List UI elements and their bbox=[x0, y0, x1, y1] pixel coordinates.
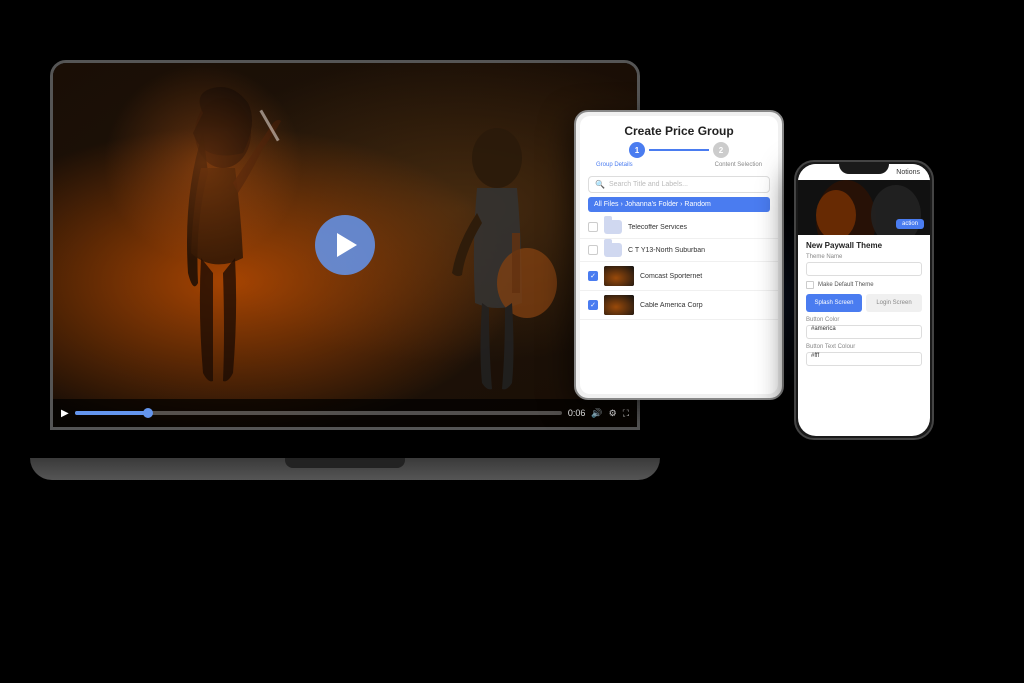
phone-action-button[interactable]: action bbox=[896, 219, 924, 229]
theme-name-input[interactable] bbox=[806, 262, 922, 276]
video-controls-bar: ▶ 0:06 🔊 ⚙ ⛶ bbox=[53, 399, 637, 427]
folder-icon bbox=[604, 243, 622, 257]
video-thumbnail-3 bbox=[604, 266, 634, 286]
phone-device: Notions action New Paywall Theme Theme N… bbox=[794, 160, 934, 440]
search-placeholder: Search Title and Labels... bbox=[609, 181, 688, 188]
tablet-title: Create Price Group bbox=[590, 124, 768, 138]
status-text: Notions bbox=[896, 169, 920, 176]
progress-dot bbox=[143, 408, 153, 418]
laptop-camera-notch bbox=[285, 458, 405, 468]
button-text-color-label: Button Text Colour bbox=[806, 344, 922, 350]
row-label-4: Cable America Corp bbox=[640, 302, 770, 309]
step-2-label: Content Selection bbox=[715, 162, 762, 168]
laptop-screen: ▶ 0:06 🔊 ⚙ ⛶ bbox=[53, 63, 637, 427]
phone-section-title: New Paywall Theme bbox=[806, 241, 922, 250]
search-bar[interactable]: 🔍 Search Title and Labels... bbox=[588, 176, 770, 193]
step-2-circle: 2 bbox=[713, 142, 729, 158]
step-1-circle: 1 bbox=[629, 142, 645, 158]
video-thumbnail-4 bbox=[604, 295, 634, 315]
row-checkbox-4[interactable]: ✓ bbox=[588, 300, 598, 310]
play-icon bbox=[337, 233, 357, 257]
play-control-icon[interactable]: ▶ bbox=[61, 408, 69, 419]
progress-bar[interactable] bbox=[75, 411, 562, 415]
phone-screen: Notions action New Paywall Theme Theme N… bbox=[798, 164, 930, 436]
search-icon: 🔍 bbox=[595, 180, 605, 189]
row-label-3: Comcast Sporternet bbox=[640, 273, 770, 280]
splash-screen-toggle[interactable]: Splash Screen bbox=[806, 294, 862, 312]
phone-content-area: New Paywall Theme Theme Name Make Defaul… bbox=[798, 235, 930, 436]
list-item[interactable]: C T Y13-North Suburban bbox=[580, 239, 778, 262]
button-text-color-value: #fff bbox=[811, 353, 819, 359]
time-display: 0:06 bbox=[568, 408, 586, 418]
default-theme-label: Make Default Theme bbox=[818, 282, 874, 288]
step-labels: Group Details Content Selection bbox=[590, 162, 768, 168]
button-text-color-input[interactable]: #fff bbox=[806, 352, 922, 366]
login-screen-toggle[interactable]: Login Screen bbox=[866, 294, 922, 312]
step-connector bbox=[649, 149, 709, 151]
phone-top-image: action bbox=[798, 180, 930, 235]
row-label-2: C T Y13-North Suburban bbox=[628, 247, 770, 254]
default-theme-checkbox[interactable] bbox=[806, 281, 814, 289]
progress-fill bbox=[75, 411, 148, 415]
volume-icon[interactable]: 🔊 bbox=[591, 408, 602, 419]
laptop-screen-bezel: ▶ 0:06 🔊 ⚙ ⛶ bbox=[50, 60, 640, 430]
list-item[interactable]: Telecoffer Services bbox=[580, 216, 778, 239]
button-color-input[interactable]: #america bbox=[806, 325, 922, 339]
list-item[interactable]: ✓ Cable America Corp bbox=[580, 291, 778, 320]
row-checkbox-3[interactable]: ✓ bbox=[588, 271, 598, 281]
tablet-device: Create Price Group 1 2 Group Details Con… bbox=[574, 110, 784, 400]
breadcrumb-text: All Files › Johanna's Folder › Random bbox=[594, 201, 711, 208]
folder-icon bbox=[604, 220, 622, 234]
theme-name-label: Theme Name bbox=[806, 254, 922, 260]
step-indicator: 1 2 bbox=[590, 142, 768, 158]
default-theme-row[interactable]: Make Default Theme bbox=[806, 281, 922, 289]
step-1-label: Group Details bbox=[596, 162, 633, 168]
list-item[interactable]: ✓ Comcast Sporternet bbox=[580, 262, 778, 291]
row-checkbox-1[interactable] bbox=[588, 222, 598, 232]
button-color-label: Button Color bbox=[806, 317, 922, 323]
settings-icon[interactable]: ⚙ bbox=[609, 408, 617, 419]
guitarist-figure bbox=[397, 113, 597, 393]
laptop-base bbox=[30, 458, 660, 480]
phone-notch bbox=[839, 162, 889, 174]
button-color-value: #america bbox=[811, 326, 836, 332]
row-label-1: Telecoffer Services bbox=[628, 224, 770, 231]
singer-figure bbox=[113, 73, 333, 403]
tablet-header: Create Price Group 1 2 Group Details Con… bbox=[580, 116, 778, 176]
screen-toggle-row: Splash Screen Login Screen bbox=[806, 294, 922, 312]
tablet-screen: Create Price Group 1 2 Group Details Con… bbox=[580, 116, 778, 394]
file-list: Telecoffer Services C T Y13-North Suburb… bbox=[580, 216, 778, 394]
breadcrumb-bar[interactable]: All Files › Johanna's Folder › Random bbox=[588, 197, 770, 212]
play-button[interactable] bbox=[315, 215, 375, 275]
row-checkbox-2[interactable] bbox=[588, 245, 598, 255]
fullscreen-icon[interactable]: ⛶ bbox=[623, 408, 629, 419]
